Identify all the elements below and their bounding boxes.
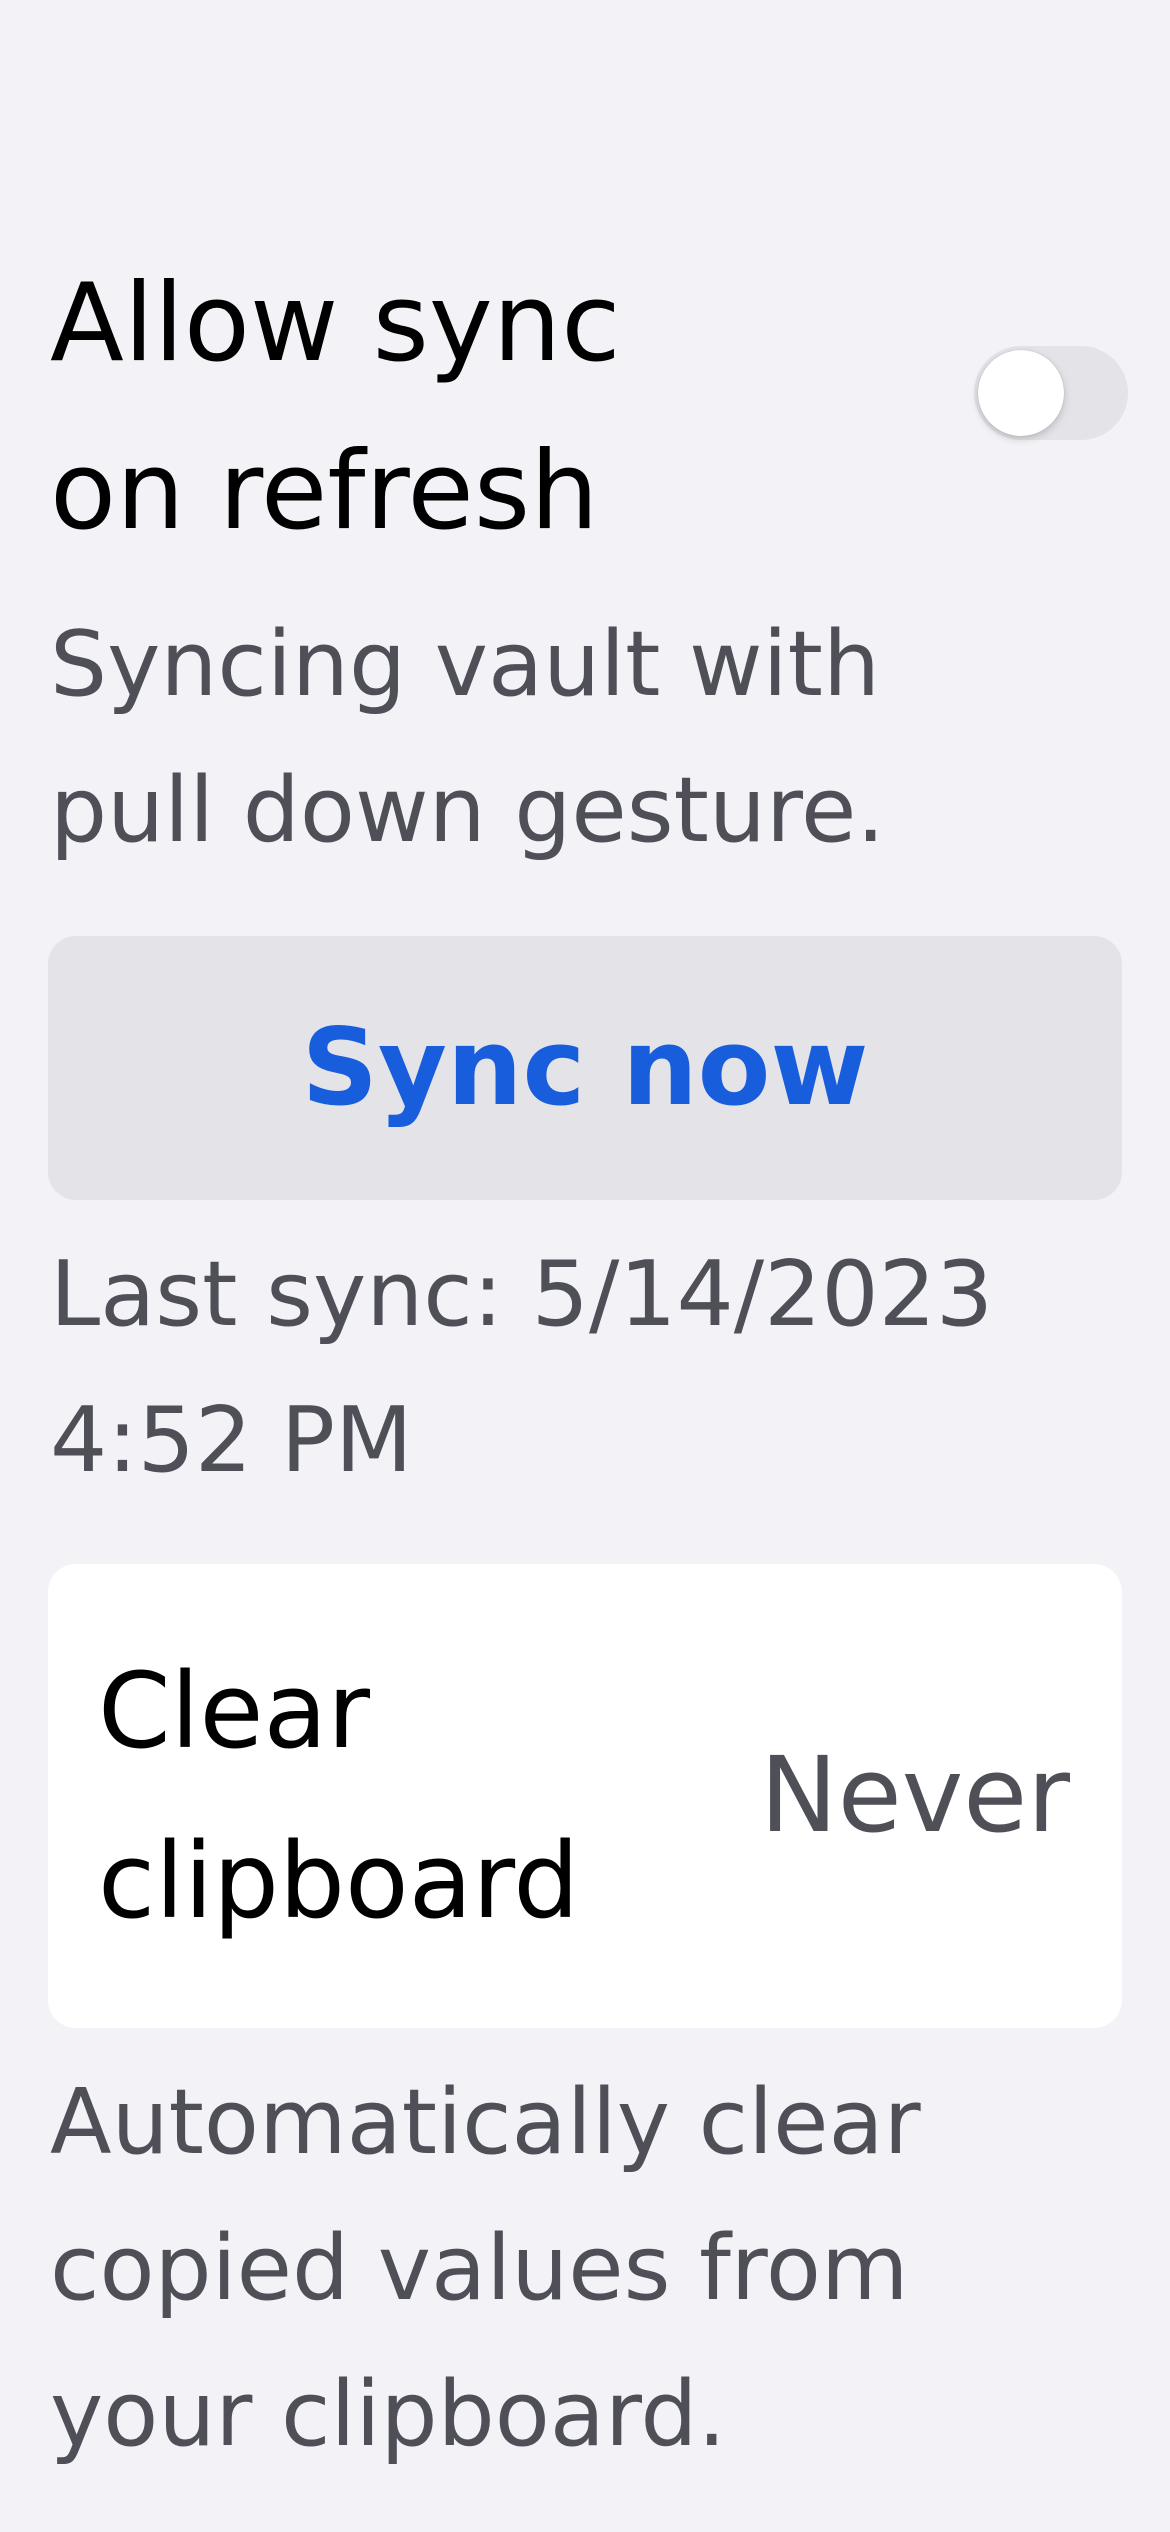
last-sync-line-2: 4:52 PM xyxy=(50,1388,413,1493)
sync-on-refresh-description-line-2: pull down gesture. xyxy=(50,758,885,863)
sync-on-refresh-title-line-1: Allow sync xyxy=(50,261,621,386)
clear-clipboard-label-line-2: clipboard xyxy=(98,1820,580,1942)
sync-on-refresh-description: Syncing vault with pull down gesture. xyxy=(50,592,1110,884)
sync-on-refresh-row: Allow sync on refresh Syncing vault with… xyxy=(0,0,1170,900)
clear-clipboard-description-line-3: your clipboard. xyxy=(50,2362,727,2467)
toggle-knob xyxy=(978,350,1064,436)
clear-clipboard-label: Clear clipboard xyxy=(98,1626,718,1966)
sync-now-button[interactable]: Sync now xyxy=(48,936,1122,1200)
last-sync-text: Last sync: 5/14/2023 4:52 PM xyxy=(50,1222,1130,1514)
last-sync-line-1: Last sync: 5/14/2023 xyxy=(50,1242,994,1347)
sync-on-refresh-title: Allow sync on refresh xyxy=(50,240,910,576)
sync-on-refresh-description-line-1: Syncing vault with xyxy=(50,612,880,717)
clear-clipboard-description: Automatically clear copied values from y… xyxy=(50,2050,1130,2488)
sync-on-refresh-toggle[interactable] xyxy=(974,346,1128,440)
clear-clipboard-value: Never xyxy=(759,1734,1070,1856)
clear-clipboard-description-line-1: Automatically clear xyxy=(50,2070,921,2175)
clear-clipboard-label-line-1: Clear xyxy=(98,1650,370,1772)
clear-clipboard-row[interactable]: Clear clipboard Never xyxy=(48,1564,1122,2028)
sync-on-refresh-title-line-2: on refresh xyxy=(50,429,599,554)
clear-clipboard-description-line-2: copied values from xyxy=(50,2216,909,2321)
